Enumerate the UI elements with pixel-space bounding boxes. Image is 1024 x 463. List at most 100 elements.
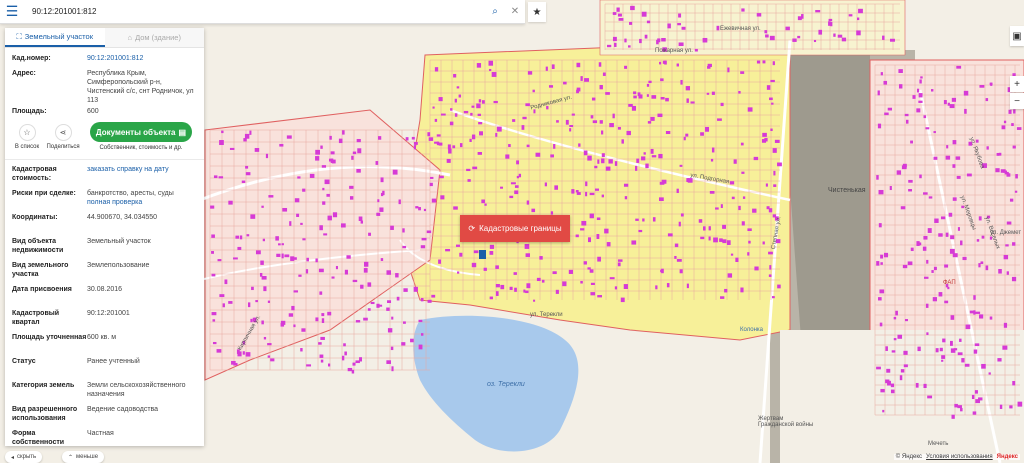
info-row: Кадастровая стоимость: заказать справку н… bbox=[5, 162, 204, 186]
refresh-icon: ⟳ bbox=[468, 224, 476, 233]
layers-icon: ▣ bbox=[1012, 30, 1022, 42]
street-label: ул. Джемет bbox=[990, 230, 1022, 236]
less-button[interactable]: ⌃ меньше bbox=[62, 451, 105, 463]
cadastre-boundaries-button[interactable]: ⟳ Кадастровые границы bbox=[460, 215, 570, 242]
field-label: Кадастровая стоимость: bbox=[12, 166, 57, 182]
info-row: Кадастровый квартал 90:12:201001 bbox=[5, 306, 204, 330]
field-value-text: 30.08.2016 bbox=[87, 286, 123, 293]
field-value[interactable]: заказать справку на дату bbox=[87, 165, 197, 183]
full-check-link[interactable]: полная проверка bbox=[87, 199, 142, 206]
field-value: 600 кв. м bbox=[87, 333, 197, 351]
info-row: Вид разрешенного использования Ведение са… bbox=[5, 402, 204, 426]
field-value: 44.900670, 34.034550 bbox=[87, 213, 197, 231]
terms-link[interactable]: Условия использования bbox=[926, 454, 993, 460]
map-copyright: © Яндекс Условия использования Яндекс bbox=[893, 454, 1020, 460]
less-label: меньше bbox=[76, 454, 99, 460]
street-label: ул. Терекли bbox=[530, 312, 563, 318]
search-input[interactable] bbox=[24, 0, 485, 23]
field-value-text: Земельный участок bbox=[87, 238, 151, 245]
docs-label: Документы объекта bbox=[95, 127, 176, 137]
field-value-text[interactable]: заказать справку на дату bbox=[87, 166, 169, 173]
field-value-text: 44.900670, 34.034550 bbox=[87, 214, 158, 221]
info-row: Адрес: Республика Крым, Симферопольский … bbox=[5, 66, 204, 104]
field-value: Ведение садоводства bbox=[87, 405, 197, 423]
clear-button[interactable]: ✕ bbox=[505, 0, 525, 24]
info-row: Площадь уточненная 600 кв. м bbox=[5, 330, 204, 354]
field-label: Вид объекта недвижимости bbox=[12, 238, 64, 254]
field-label: Кад.номер: bbox=[12, 55, 51, 62]
field-label: Форма собственности bbox=[12, 430, 65, 446]
info-row: Координаты: 44.900670, 34.034550 bbox=[5, 210, 204, 234]
hamburger-icon: ☰ bbox=[5, 3, 19, 19]
star-outline-icon: ☆ bbox=[18, 123, 36, 141]
field-value-text: Ведение садоводства bbox=[87, 406, 159, 413]
field-label: Статус bbox=[12, 358, 36, 365]
info-row: Форма собственности Частная bbox=[5, 426, 204, 446]
info-row: Категория земель Земли сельскохозяйственн… bbox=[5, 378, 204, 402]
address-value: Республика Крым, Симферопольский р-н, Чи… bbox=[87, 70, 194, 104]
search-bar: ☰ ⌕ ✕ bbox=[0, 0, 525, 24]
building-icon: ⌂ bbox=[127, 33, 133, 42]
info-row: Дата присвоения 30.08.2016 bbox=[5, 282, 204, 306]
field-label: Категория земель bbox=[12, 382, 75, 389]
info-row: Кад.номер: 90:12:201001:812 bbox=[5, 51, 204, 66]
selected-parcel-marker bbox=[479, 250, 486, 259]
plus-icon: + bbox=[1014, 78, 1020, 90]
favorite-button[interactable]: ★ bbox=[528, 2, 546, 22]
minus-icon: − bbox=[1014, 95, 1020, 107]
tab-land-plot[interactable]: ⛶ Земельный участок bbox=[5, 28, 105, 47]
field-value-text: банкротство, аресты, суды bbox=[87, 190, 174, 197]
chevron-left-icon: ◂ bbox=[11, 454, 15, 461]
street-label: Ежевичная ул. bbox=[720, 26, 761, 32]
field-value: 90:12:201001 bbox=[87, 309, 197, 327]
field-value: Ранее учтенный bbox=[87, 357, 197, 375]
tab-building[interactable]: ⌂ Дом (здание) bbox=[104, 28, 204, 47]
menu-button[interactable]: ☰ bbox=[0, 0, 24, 24]
layers-button[interactable]: ▣ bbox=[1010, 26, 1024, 46]
share-icon: ⋖ bbox=[54, 123, 72, 141]
field-value-text: 600 кв. м bbox=[87, 334, 117, 341]
field-value-text: Земли сельскохозяйственного назначения bbox=[87, 382, 186, 398]
zoom-in-button[interactable]: + bbox=[1010, 76, 1024, 92]
kolonka-label: Колонка bbox=[740, 327, 764, 333]
info-panel: ⛶ Земельный участок ⌂ Дом (здание) Кад.н… bbox=[5, 28, 204, 446]
station-label: Чистенькая bbox=[828, 187, 866, 194]
zoom-out-button[interactable]: − bbox=[1010, 93, 1024, 109]
actions-bar: ☆ В список ⋖ Поделиться Документы объект… bbox=[5, 119, 204, 157]
field-value-text: 90:12:201001 bbox=[87, 310, 130, 317]
share-label: Поделиться bbox=[46, 143, 80, 150]
hide-panel-button[interactable]: ◂ скрыть bbox=[5, 451, 43, 463]
cadastral-number-link[interactable]: 90:12:201001:812 bbox=[87, 54, 197, 63]
search-button[interactable]: ⌕ bbox=[485, 0, 505, 24]
yandex-logo: Яндекс bbox=[996, 454, 1018, 460]
field-value: Земли сельскохозяйственного назначения bbox=[87, 381, 197, 399]
info-row: Риски при сделке: банкротство, аресты, су… bbox=[5, 186, 204, 210]
field-value-text: Ранее учтенный bbox=[87, 358, 140, 365]
field-value: Частная bbox=[87, 429, 197, 446]
share-button[interactable]: ⋖ Поделиться bbox=[46, 123, 80, 150]
field-label: Площадь уточненная bbox=[12, 334, 87, 341]
copyright-text: © Яндекс bbox=[895, 454, 923, 460]
lake-label: оз. Терекли bbox=[487, 381, 525, 388]
document-icon: ▤ bbox=[178, 127, 187, 137]
area-value: 600 bbox=[87, 108, 99, 115]
field-label: Адрес: bbox=[12, 70, 36, 77]
info-row: Площадь: 600 bbox=[5, 104, 204, 119]
star-icon: ★ bbox=[532, 6, 542, 18]
field-label: Риски при сделке: bbox=[12, 190, 76, 197]
field-value: банкротство, аресты, суды полная проверка bbox=[87, 189, 197, 207]
add-to-list-button[interactable]: ☆ В список bbox=[12, 123, 42, 150]
search-icon: ⌕ bbox=[492, 6, 498, 17]
info-row: Вид объекта недвижимости Земельный участо… bbox=[5, 234, 204, 258]
object-documents-button[interactable]: Документы объекта ▤ bbox=[90, 122, 192, 142]
field-value-text: Частная bbox=[87, 430, 114, 437]
info-row: Вид земельного участка Землепользование bbox=[5, 258, 204, 282]
field-label: Кадастровый квартал bbox=[12, 310, 60, 326]
field-label: Вид разрешенного использования bbox=[12, 406, 78, 422]
field-value: Земельный участок bbox=[87, 237, 197, 255]
land-plot-icon: ⛶ bbox=[16, 31, 22, 41]
field-value-text: Землепользование bbox=[87, 262, 150, 269]
info-row: Статус Ранее учтенный bbox=[5, 354, 204, 378]
docs-subtitle: Собственник, стоимость и др. bbox=[99, 145, 183, 151]
fap-label: ФАП bbox=[943, 280, 956, 286]
